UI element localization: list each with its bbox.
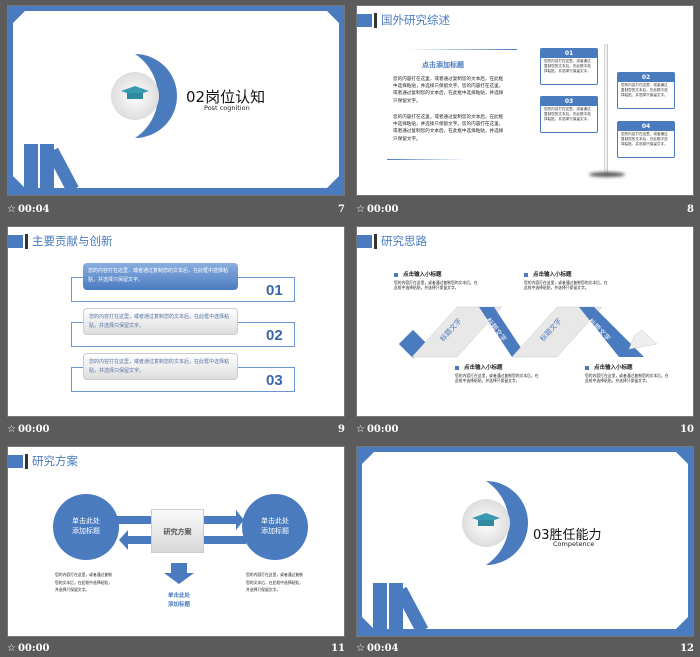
- circle-label: 单击此处 添加标题: [72, 517, 100, 535]
- section-graphic: [24, 54, 177, 193]
- arrow-down-icon: [164, 563, 194, 584]
- content-pill: 您的内容打在这里，或者通过复制您的文本后，在此框中选择粘贴，并选择只保留文字。: [83, 308, 238, 335]
- section-subtitle: Post cognition: [204, 104, 250, 112]
- paragraph: 您的内容打在这里，或者通过复制您的文本后，在此框中选择粘贴，并选择只保留文字。您…: [393, 77, 504, 104]
- slide-thumbnail-10[interactable]: 研究思路 标题文字 标题文字 标题文字 标题文字 点击输入小标题 您的内容打在这…: [356, 226, 694, 417]
- center-box: 研究方案: [151, 509, 204, 553]
- timeline-box: 02 您的内容打在这里，或者通过复制您的文本后，在此框中选择粘贴，并选择只保留文字…: [617, 72, 675, 109]
- slide-number: 11: [331, 642, 345, 654]
- paragraph: 您的内容打在这里，或者通过复制您的文本后，在此框中选择粘贴，并选择只保留文字。: [585, 373, 669, 383]
- slide-footer-7: ☆ 00:04 7: [7, 200, 345, 218]
- slide-footer-12: ☆ 00:04 12: [356, 639, 694, 657]
- content-heading: 点击添加标题: [422, 61, 464, 69]
- timeline-box: 01 您的内容打在这里，或者通过复制您的文本后，在此框中选择粘贴，并选择只保留文字…: [540, 48, 598, 85]
- slide-footer-11: ☆ 00:00 11: [7, 639, 345, 657]
- timeline-box: 03 您的内容打在这里，或者通过复制您的文本后，在此框中选择粘贴，并选择只保留文字…: [540, 96, 598, 133]
- star-icon: ☆: [7, 423, 16, 435]
- slide-number: 9: [338, 423, 345, 435]
- paragraph: 您的内容打在这里，或者通过复制您的文本后，在此框中选择粘贴，并选择只保留文字。: [455, 373, 539, 383]
- paragraph: 您的内容打在这里，或者通过复制您的文本后，在此框中选择粘贴，并选择只保留文字。: [246, 572, 303, 592]
- slide-number: 12: [680, 642, 694, 654]
- slide-number: 7: [338, 203, 345, 215]
- slide-thumbnail-12[interactable]: 03胜任能力 Competence: [356, 446, 694, 637]
- star-icon: ☆: [356, 642, 365, 654]
- slide-thumbnail-11[interactable]: 研究方案 研究方案 单击此处 添加标题 单击此处 添加标题 单击此处 添加标题 您的内…: [7, 446, 345, 637]
- down-label: 单击此处 添加标题: [167, 593, 190, 608]
- paragraph: 您的内容打在这里，或者通过复制您的文本后，在此框中选择粘贴，并选择只保留文字。: [55, 572, 112, 592]
- slide-timing: 00:00: [17, 642, 50, 654]
- zigzag-ribbon: [398, 306, 658, 359]
- row-number: 03: [266, 372, 283, 389]
- content-pill: 您的内容打在这里，或者通过复制您的文本后，在此框中选择粘贴，并选择只保留文字。: [83, 263, 238, 290]
- slide-footer-10: ☆ 00:00 10: [356, 420, 694, 438]
- content-pill: 您的内容打在这里，或者通过复制您的文本后，在此框中选择粘贴，并选择只保留文字。: [83, 353, 238, 380]
- slide-footer-9: ☆ 00:00 9: [7, 420, 345, 438]
- slide-timing: 00:00: [366, 203, 399, 215]
- slide-title: 主要贡献与创新: [32, 234, 113, 248]
- binders-icon: [373, 583, 429, 634]
- slide-number: 10: [680, 423, 694, 435]
- star-icon: ☆: [356, 423, 365, 435]
- timeline-box: 04 您的内容打在这里，或者通过复制您的文本后，在此框中选择粘贴，并选择只保留文字…: [617, 121, 675, 158]
- subheading: 点击输入小标题: [455, 363, 503, 371]
- slide-timing: 00:00: [366, 423, 399, 435]
- circle-label: 单击此处 添加标题: [261, 517, 289, 535]
- slide-timing: 00:04: [366, 642, 399, 654]
- slide-thumbnail-7[interactable]: 02岗位认知 Post cognition: [7, 5, 345, 196]
- star-icon: ☆: [356, 203, 365, 215]
- timeline-pole: [604, 44, 608, 174]
- paragraph: 您的内容打在这里，或者通过复制您的文本后，在此框中选择粘贴，并选择只保留文字。: [524, 280, 608, 290]
- binders-icon: [24, 144, 79, 193]
- subheading: 点击输入小标题: [585, 363, 633, 371]
- slide-timing: 00:04: [17, 203, 50, 215]
- slide-number: 8: [687, 203, 694, 215]
- section-graphic: [373, 481, 528, 634]
- star-icon: ☆: [7, 642, 16, 654]
- section-subtitle: Competence: [553, 540, 595, 548]
- row-number: 01: [266, 282, 283, 299]
- subheading: 点击输入小标题: [524, 270, 572, 278]
- slide-timing: 00:00: [17, 423, 50, 435]
- paragraph: 您的内容打在这里，或者通过复制您的文本后，在此框中选择粘贴，并选择只保留文字。您…: [393, 115, 504, 142]
- paragraph: 您的内容打在这里，或者通过复制您的文本后，在此框中选择粘贴，并选择只保留文字。: [394, 280, 478, 290]
- slide-title: 国外研究综述: [381, 13, 450, 27]
- subheading: 点击输入小标题: [394, 270, 442, 278]
- slide-footer-8: ☆ 00:00 8: [356, 200, 694, 218]
- slide-thumbnail-9[interactable]: 主要贡献与创新 您的内容打在这里，或者通过复制您的文本后，在此框中选择粘贴，并选…: [7, 226, 345, 417]
- row-number: 02: [266, 327, 283, 344]
- slide-thumbnail-8[interactable]: 国外研究综述 点击添加标题 您的内容打在这里，或者通过复制您的文本后，在此框中选…: [356, 5, 694, 196]
- star-icon: ☆: [7, 203, 16, 215]
